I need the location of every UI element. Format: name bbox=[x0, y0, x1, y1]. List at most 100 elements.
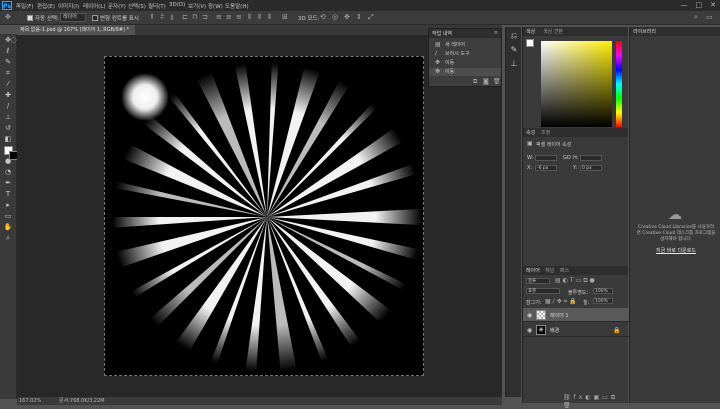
distribute-top-icon[interactable]: ≡ bbox=[216, 13, 222, 21]
visibility-eye-icon[interactable]: ◉ bbox=[527, 327, 532, 334]
link-icon[interactable]: GO bbox=[563, 155, 571, 161]
height-field[interactable] bbox=[580, 155, 602, 161]
filter-icons[interactable]: ▤◐T▭⧉● bbox=[555, 277, 597, 285]
tab-adjustments[interactable]: 조정 bbox=[541, 129, 550, 136]
zoom-tool-icon[interactable]: ⌕ bbox=[3, 234, 13, 243]
distribute-left-icon[interactable]: ⦀ bbox=[248, 13, 251, 22]
menu-type[interactable]: 문자(Y) bbox=[108, 2, 126, 10]
brush-tool-icon[interactable]: ∕ bbox=[3, 102, 13, 111]
layer-actions[interactable]: ⛓fx◐▣▭⧉🗑 bbox=[563, 394, 628, 409]
pen-tool-icon[interactable]: ✒ bbox=[3, 179, 13, 188]
camera-icon[interactable]: ◙ bbox=[483, 78, 489, 85]
history-brush-tool-icon[interactable]: ↺ bbox=[3, 124, 13, 133]
layer-row[interactable]: ◉ ✳ 배경 🔒 bbox=[523, 323, 629, 337]
menu-help[interactable]: 도움말(H) bbox=[225, 2, 249, 10]
minimize-button[interactable]: — bbox=[681, 1, 688, 9]
distribute-right-icon[interactable]: ⦀ bbox=[268, 13, 271, 22]
drag-3d-icon[interactable]: ✥ bbox=[344, 13, 350, 21]
align-right-icon[interactable]: ⊐ bbox=[202, 13, 208, 21]
slide-3d-icon[interactable]: ⇕ bbox=[356, 13, 362, 21]
roll-3d-icon[interactable]: ◎ bbox=[332, 13, 338, 21]
tab-history[interactable]: 작업 내역 bbox=[432, 30, 452, 37]
tab-paths[interactable]: 패스 bbox=[560, 267, 569, 274]
align-middle-icon[interactable]: ⫩ bbox=[160, 13, 164, 22]
fill-field[interactable]: 100% bbox=[593, 298, 613, 304]
menu-window[interactable]: 창(W) bbox=[208, 2, 223, 10]
menu-layer[interactable]: 레이어(L) bbox=[83, 2, 106, 10]
history-item[interactable]: ✥ 이동 bbox=[429, 59, 501, 67]
brush-settings-icon[interactable]: ✎ bbox=[509, 45, 519, 55]
menu-view[interactable]: 보기(V) bbox=[188, 2, 206, 10]
opacity-field[interactable]: 100% bbox=[593, 288, 613, 294]
distribute-bottom-icon[interactable]: ≡ bbox=[236, 13, 242, 21]
tab-properties[interactable]: 속성 bbox=[526, 129, 535, 136]
clone-stamp-tool-icon[interactable]: ⊥ bbox=[3, 113, 13, 122]
snapshot-icon[interactable]: ⧉ bbox=[473, 78, 477, 86]
document-tab[interactable]: 제목 없음-1.psd @ 167% (레이어 1, RGB/8#) * bbox=[17, 25, 136, 35]
show-transform-checkbox[interactable] bbox=[92, 15, 98, 21]
foreground-swatch[interactable] bbox=[526, 39, 534, 47]
align-bottom-icon[interactable]: ⫫ bbox=[170, 13, 174, 22]
document-canvas[interactable] bbox=[104, 56, 424, 376]
layer-name[interactable]: 레이어 1 bbox=[550, 312, 569, 319]
move-tool-icon[interactable]: ✥ bbox=[5, 13, 11, 21]
close-button[interactable]: ✕ bbox=[710, 1, 716, 9]
align-left-icon[interactable]: ⊏ bbox=[182, 13, 188, 21]
align-center-icon[interactable]: ⊓ bbox=[192, 13, 197, 21]
crop-tool-icon[interactable]: ⌗ bbox=[3, 69, 13, 78]
clone-source-icon[interactable]: ⊥ bbox=[509, 59, 519, 69]
history-item-selected[interactable]: ✥ 이동 bbox=[429, 68, 501, 76]
align-top-icon[interactable]: ⫪ bbox=[150, 13, 154, 22]
x-field[interactable]: -6 px bbox=[535, 165, 557, 171]
auto-select-dropdown[interactable]: 레이어 bbox=[60, 13, 86, 22]
visibility-eye-icon[interactable]: ◉ bbox=[527, 312, 532, 319]
y-field[interactable]: 0 px bbox=[580, 165, 602, 171]
healing-brush-tool-icon[interactable]: ✚ bbox=[3, 91, 13, 100]
zoom-level[interactable]: 167.02% bbox=[19, 397, 41, 405]
tab-libraries[interactable]: 라이브러리 bbox=[633, 28, 656, 35]
history-item[interactable]: ∕ 브러시 도구 bbox=[429, 50, 501, 58]
history-panel-icon[interactable]: ⎌ bbox=[509, 31, 519, 41]
distribute-center-icon[interactable]: ⦀ bbox=[258, 13, 261, 22]
menu-filter[interactable]: 필터(T) bbox=[148, 2, 166, 10]
tab-channels[interactable]: 채널 bbox=[545, 267, 554, 274]
width-field[interactable] bbox=[535, 155, 557, 161]
layer-filter-dropdown[interactable]: 종류 bbox=[526, 278, 550, 284]
eyedropper-tool-icon[interactable]: ⁄ bbox=[3, 80, 13, 89]
path-selection-tool-icon[interactable]: ▸ bbox=[3, 201, 13, 210]
menu-select[interactable]: 선택(S) bbox=[128, 2, 146, 10]
quick-select-tool-icon[interactable]: ✎ bbox=[3, 58, 13, 67]
trash-icon[interactable]: 🗑 bbox=[493, 78, 501, 85]
auto-select-checkbox[interactable] bbox=[27, 15, 33, 21]
hue-slider[interactable] bbox=[616, 41, 622, 127]
workspace-icon[interactable]: ▭ bbox=[706, 13, 713, 21]
tab-layers[interactable]: 레이어 bbox=[526, 267, 540, 274]
menu-edit[interactable]: 편집(E) bbox=[37, 2, 55, 10]
type-tool-icon[interactable]: T bbox=[3, 190, 13, 199]
distribute-middle-icon[interactable]: ≡ bbox=[226, 13, 232, 21]
maximize-button[interactable]: □ bbox=[696, 1, 703, 9]
menu-3d[interactable]: 3D(D) bbox=[169, 2, 185, 8]
install-link[interactable]: 지금 바로 다운로드 bbox=[636, 247, 716, 254]
search-icon[interactable]: ⌕ bbox=[694, 13, 698, 22]
orbit-3d-icon[interactable]: ⟲ bbox=[320, 13, 326, 21]
history-item[interactable]: ▤ 새 레이어 bbox=[429, 41, 501, 49]
auto-align-icon[interactable]: ⊞ bbox=[282, 13, 288, 21]
layer-name[interactable]: 배경 bbox=[550, 327, 559, 334]
marquee-tool-icon[interactable]: ◌ bbox=[10, 36, 17, 45]
menu-image[interactable]: 이미지(I) bbox=[58, 2, 79, 10]
color-picker-field[interactable] bbox=[541, 41, 612, 127]
tab-color[interactable]: 색상 bbox=[526, 28, 535, 35]
scale-3d-icon[interactable]: ⤢ bbox=[368, 13, 374, 22]
lock-icons[interactable]: ▦∕✥⌗🔒 bbox=[545, 298, 579, 306]
hand-tool-icon[interactable]: ✋ bbox=[3, 223, 13, 232]
panel-menu-icon[interactable]: ≡ bbox=[494, 30, 498, 36]
eraser-tool-icon[interactable]: ◧ bbox=[3, 135, 13, 144]
blend-mode-dropdown[interactable]: 표준 bbox=[526, 288, 560, 294]
layer-row-selected[interactable]: ◉ 레이어 1 bbox=[523, 308, 629, 322]
shape-tool-icon[interactable]: ▭ bbox=[3, 212, 13, 221]
dodge-tool-icon[interactable]: ◔ bbox=[3, 168, 13, 177]
lasso-tool-icon[interactable]: ℓ bbox=[3, 47, 13, 56]
tab-swatches[interactable]: 색상 견본 bbox=[543, 28, 563, 35]
menu-file[interactable]: 파일(F) bbox=[16, 2, 34, 10]
